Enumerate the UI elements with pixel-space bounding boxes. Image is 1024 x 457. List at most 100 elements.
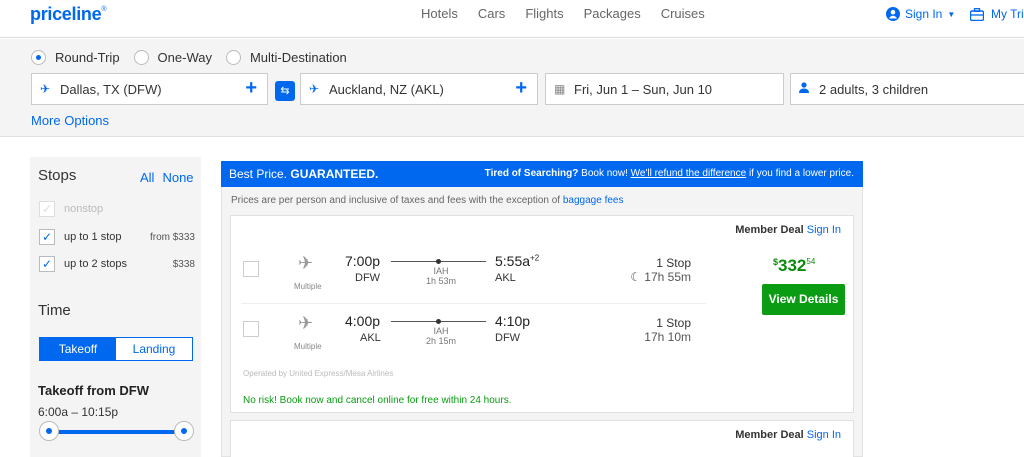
- select-inbound-checkbox[interactable]: [243, 321, 259, 337]
- stops-none-link[interactable]: None: [162, 170, 193, 185]
- person-icon: [799, 82, 811, 96]
- depart-time: 7:00p: [345, 253, 381, 269]
- refund-link[interactable]: We'll refund the difference: [631, 168, 747, 179]
- radio-multi-destination[interactable]: [225, 50, 241, 65]
- flight-result-card[interactable]: Member Deal Sign In ✈ Multiple 7:00p DFW…: [230, 215, 854, 413]
- destination-field[interactable]: ✈ Auckland, NZ (AKL) +: [300, 73, 538, 105]
- layover-dot: [436, 319, 441, 324]
- travelers-value: 2 adults, 3 children: [819, 81, 929, 97]
- sign-in-button[interactable]: Sign In ▼: [886, 7, 955, 21]
- trip-type-label: Multi-Destination: [249, 50, 347, 65]
- top-header: priceline® Hotels Cars Flights Packages …: [0, 0, 1024, 38]
- user-icon: [886, 7, 900, 21]
- operated-by-text: Operated by United Express/Mesa Airlines: [243, 369, 394, 378]
- radio-round-trip[interactable]: [31, 50, 46, 65]
- trip-type-round-trip[interactable]: Round-Trip: [31, 50, 120, 65]
- depart-time: 4:00p: [345, 313, 381, 329]
- takeoff-time-slider[interactable]: [48, 430, 185, 434]
- radio-one-way[interactable]: [133, 50, 149, 65]
- leg-divider: [241, 303, 706, 304]
- takeoff-time-range: 6:00a – 10:15p: [38, 405, 119, 419]
- member-deal: Member Deal Sign In: [735, 429, 841, 441]
- refund-text: Tired of Searching? Book now! We'll refu…: [484, 168, 854, 179]
- nav-cars[interactable]: Cars: [478, 6, 505, 21]
- depart-airport: DFW: [355, 272, 381, 284]
- checkbox-nonstop[interactable]: ✓: [39, 201, 55, 217]
- nav-cruises[interactable]: Cruises: [661, 6, 705, 21]
- flight-duration: 17h 10m: [644, 330, 691, 344]
- trip-type-one-way[interactable]: One-Way: [133, 50, 212, 65]
- stop-option-label: up to 2 stops: [64, 258, 127, 270]
- best-price-banner: Best Price. GUARANTEED. Tired of Searchi…: [221, 161, 863, 187]
- stops-summary: 1 Stop 17h 10m: [551, 316, 691, 344]
- swap-airports-button[interactable]: ⇆: [275, 81, 295, 101]
- more-options-link[interactable]: More Options: [31, 113, 109, 128]
- main-nav: Hotels Cars Flights Packages Cruises: [421, 6, 725, 21]
- stop-option-price: from $333: [149, 231, 195, 243]
- destination-value: Auckland, NZ (AKL): [329, 81, 444, 97]
- layover-duration: 2h 15m: [425, 336, 457, 346]
- priceline-logo[interactable]: priceline®: [30, 4, 106, 25]
- best-price-text: Best Price. GUARANTEED.: [229, 167, 379, 181]
- origin-field[interactable]: ✈ Dallas, TX (DFW) +: [31, 73, 268, 105]
- plane-takeoff-icon: ✈: [40, 82, 51, 96]
- my-trips-link[interactable]: My Tri: [970, 7, 1024, 21]
- airline-name: Multiple: [294, 342, 322, 351]
- stop-option-one-stop[interactable]: ✓ up to 1 stop from $333: [39, 229, 195, 245]
- dates-field[interactable]: ▦ Fri, Jun 1 – Sun, Jun 10: [545, 73, 784, 105]
- member-deal: Member Deal Sign In: [735, 224, 841, 236]
- member-sign-in-link[interactable]: Sign In: [807, 224, 841, 236]
- sign-in-label: Sign In: [905, 7, 943, 21]
- trip-type-multi-destination[interactable]: Multi-Destination: [225, 50, 347, 65]
- arrive-airport: DFW: [495, 332, 521, 344]
- my-trips-label: My Tri: [991, 7, 1024, 21]
- price-disclaimer: Prices are per person and inclusive of t…: [231, 195, 624, 206]
- stop-option-price: $338: [172, 258, 195, 270]
- stops-count: 1 Stop: [656, 316, 691, 330]
- depart-airport: AKL: [360, 332, 381, 344]
- member-sign-in-link[interactable]: Sign In: [807, 429, 841, 441]
- time-filter-title: Time: [38, 302, 71, 319]
- stop-option-two-stops[interactable]: ✓ up to 2 stops $338: [39, 256, 195, 272]
- baggage-fees-link[interactable]: baggage fees: [563, 195, 624, 206]
- tab-landing[interactable]: Landing: [116, 338, 192, 360]
- results-list: Prices are per person and inclusive of t…: [221, 187, 863, 457]
- overnight-moon-icon: ☾: [630, 270, 641, 284]
- stop-option-nonstop[interactable]: ✓ nonstop: [39, 201, 195, 217]
- nav-flights[interactable]: Flights: [525, 6, 563, 21]
- arrive-time: 5:55a+2: [495, 253, 540, 269]
- stops-all-link[interactable]: All: [140, 170, 154, 185]
- flight-result-card[interactable]: Member Deal Sign In: [230, 420, 854, 457]
- fare-price: $33254: [773, 256, 816, 275]
- arrive-airport: AKL: [495, 272, 516, 284]
- stops-summary: 1 Stop ☾ 17h 55m: [551, 256, 691, 284]
- flight-duration: ☾ 17h 55m: [630, 270, 691, 284]
- add-destination-icon[interactable]: +: [515, 77, 527, 100]
- trip-type-label: Round-Trip: [55, 50, 120, 65]
- chevron-down-icon: ▼: [947, 9, 956, 19]
- stops-filter-title: Stops: [38, 167, 77, 184]
- slider-min-handle[interactable]: [39, 421, 59, 441]
- flight-search-bar: Round-Trip One-Way Multi-Destination ✈ D…: [0, 39, 1024, 137]
- layover-dot: [436, 259, 441, 264]
- checkbox-two-stops[interactable]: ✓: [39, 256, 55, 272]
- dates-value: Fri, Jun 1 – Sun, Jun 10: [574, 81, 713, 97]
- airline-name: Multiple: [294, 282, 322, 291]
- checkbox-one-stop[interactable]: ✓: [39, 229, 55, 245]
- plane-landing-icon: ✈: [309, 82, 320, 96]
- travelers-field[interactable]: 2 adults, 3 children: [790, 73, 1024, 105]
- stop-option-label: up to 1 stop: [64, 231, 122, 243]
- view-details-button[interactable]: View Details: [762, 284, 845, 315]
- arrive-time: 4:10p: [495, 313, 531, 329]
- filters-sidebar: Stops All None ✓ nonstop ✓ up to 1 stop f…: [30, 157, 201, 457]
- slider-max-handle[interactable]: [174, 421, 194, 441]
- tab-takeoff[interactable]: Takeoff: [40, 338, 116, 360]
- suitcase-icon: [970, 7, 984, 21]
- layover-airport: IAH: [433, 266, 449, 276]
- select-outbound-checkbox[interactable]: [243, 261, 259, 277]
- takeoff-landing-toggle: Takeoff Landing: [39, 337, 193, 361]
- nav-packages[interactable]: Packages: [584, 6, 641, 21]
- layover-airport: IAH: [433, 326, 449, 336]
- nav-hotels[interactable]: Hotels: [421, 6, 458, 21]
- add-origin-icon[interactable]: +: [245, 77, 257, 100]
